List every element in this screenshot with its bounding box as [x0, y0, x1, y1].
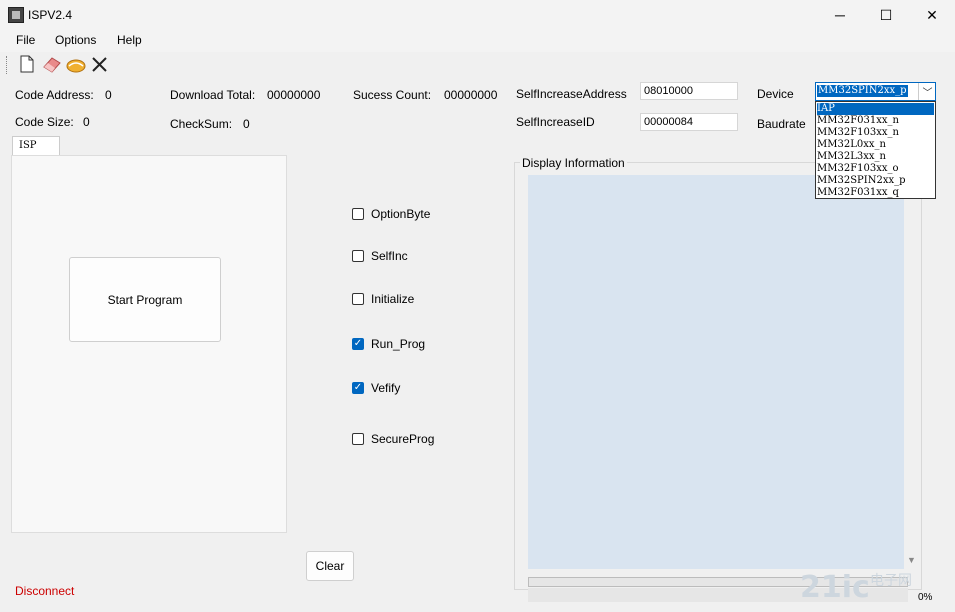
- device-option[interactable]: MM32F103xx_o: [817, 163, 934, 175]
- verify-label: Vefify: [371, 381, 401, 395]
- self-increase-address-label: SelfIncreaseAddress: [516, 87, 627, 101]
- start-program-button[interactable]: Start Program: [69, 257, 221, 342]
- optionbyte-label: OptionByte: [371, 207, 431, 221]
- chevron-down-icon[interactable]: ﹀: [918, 83, 936, 100]
- device-option[interactable]: MM32L3xx_n: [817, 151, 934, 163]
- selfinc-checkbox[interactable]: [352, 250, 364, 262]
- tab-isp[interactable]: ISP: [12, 136, 60, 156]
- toolbar: [0, 52, 955, 78]
- close-icon[interactable]: [91, 56, 108, 73]
- code-size-value: 0: [83, 115, 90, 129]
- display-scrollbar[interactable]: [904, 175, 920, 569]
- watermark-text: 电子网: [870, 573, 912, 589]
- secureprog-checkbox[interactable]: [352, 433, 364, 445]
- display-text-area[interactable]: [528, 175, 904, 569]
- progress-percent: 0%: [918, 592, 933, 603]
- secureprog-label: SecureProg: [371, 432, 435, 446]
- initialize-checkbox[interactable]: [352, 293, 364, 305]
- baudrate-label: Baudrate: [757, 117, 806, 131]
- connection-status: Disconnect: [15, 584, 75, 598]
- download-total-value: 00000000: [267, 88, 321, 102]
- toolbar-grip: [6, 56, 8, 74]
- initialize-label: Initialize: [371, 292, 415, 306]
- maximize-button[interactable]: ☐: [863, 0, 909, 30]
- device-option[interactable]: MM32F031xx_n: [817, 115, 934, 127]
- selfinc-label: SelfInc: [371, 249, 408, 263]
- clear-button[interactable]: Clear: [306, 551, 354, 581]
- menu-help[interactable]: Help: [117, 33, 142, 47]
- verify-checkbox[interactable]: ✓: [352, 382, 364, 394]
- title-bar: [0, 0, 955, 30]
- self-increase-address-input[interactable]: 08010000: [640, 82, 738, 100]
- download-total-label: Download Total:: [170, 88, 256, 102]
- watermark-logo: 21ic: [800, 570, 870, 605]
- run-prog-checkbox[interactable]: ✓: [352, 338, 364, 350]
- menu-file[interactable]: File: [16, 33, 35, 47]
- menu-options[interactable]: Options: [55, 33, 96, 47]
- device-label: Device: [757, 87, 794, 101]
- success-count-value: 00000000: [444, 88, 498, 102]
- handshake-icon[interactable]: [66, 56, 86, 74]
- run-prog-label: Run_Prog: [371, 337, 426, 351]
- self-increase-id-label: SelfIncreaseID: [516, 115, 595, 129]
- isp-panel: [11, 155, 287, 533]
- minimize-button[interactable]: ─: [817, 0, 863, 30]
- device-option[interactable]: MM32SPIN2xx_p: [817, 175, 934, 187]
- new-file-icon[interactable]: [18, 55, 36, 73]
- device-option[interactable]: MM32F103xx_n: [817, 127, 934, 139]
- menu-bar: [0, 30, 955, 52]
- success-count-label: Sucess Count:: [353, 88, 432, 102]
- checksum-label: CheckSum:: [170, 117, 233, 131]
- display-information-legend: Display Information: [520, 156, 627, 170]
- self-increase-id-input[interactable]: 00000084: [640, 113, 738, 131]
- close-window-button[interactable]: ✕: [909, 0, 955, 30]
- code-address-value: 0: [105, 88, 112, 102]
- app-icon: [8, 7, 24, 23]
- checksum-value: 0: [243, 117, 250, 131]
- window-title: ISPV2.4: [28, 8, 73, 22]
- optionbyte-checkbox[interactable]: [352, 208, 364, 220]
- eraser-icon[interactable]: [42, 55, 62, 73]
- device-option[interactable]: IAP: [817, 103, 934, 115]
- scroll-down-icon[interactable]: ▼: [907, 555, 916, 565]
- code-size-label: Code Size:: [15, 115, 74, 129]
- code-address-label: Code Address:: [15, 88, 94, 102]
- device-option[interactable]: MM32L0xx_n: [817, 139, 934, 151]
- device-select-value: MM32SPIN2xx_p: [817, 85, 908, 97]
- device-option[interactable]: MM32F031xx_q: [817, 187, 934, 199]
